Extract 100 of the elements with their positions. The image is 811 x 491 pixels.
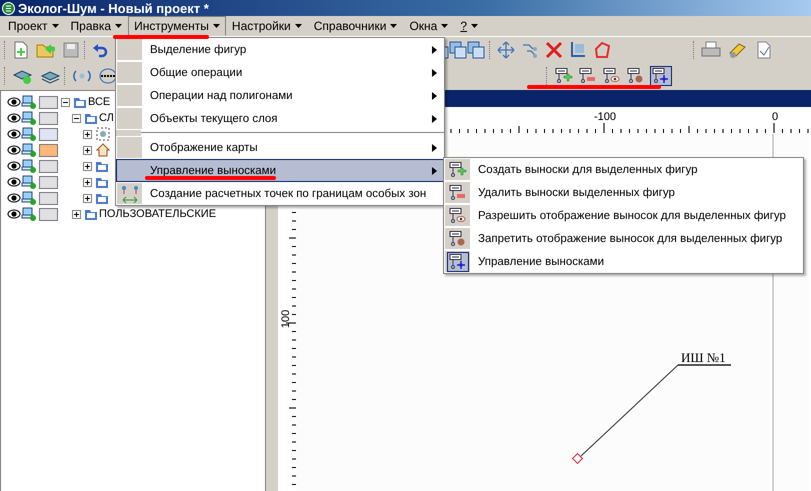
save-icon[interactable] <box>62 41 80 59</box>
menu-gutter <box>117 62 142 83</box>
menu-entry[interactable]: Управление выносками <box>444 250 803 273</box>
expand-icon[interactable] <box>83 162 92 170</box>
color-swatch[interactable] <box>39 208 58 220</box>
layer-label[interactable]: ПОЛЬЗОВАТЕЛЬСКИЕ <box>99 208 216 220</box>
document-icon[interactable] <box>755 41 771 59</box>
expand-icon[interactable] <box>83 130 92 138</box>
callout-icon <box>555 68 573 84</box>
computer-icon[interactable] <box>21 111 37 125</box>
menu-item[interactable]: Проект <box>2 16 65 36</box>
point-icon <box>96 127 110 141</box>
caret-icon <box>441 24 448 28</box>
callout-tool-button[interactable] <box>554 67 574 85</box>
menu-gutter <box>117 85 142 106</box>
ruler-label: -100 <box>594 111 616 123</box>
menu-gutter <box>117 39 142 60</box>
menu-entry[interactable]: Объекты текущего слоя <box>116 107 444 130</box>
caret-icon <box>52 24 59 28</box>
folder-icon <box>96 191 108 205</box>
computer-icon[interactable] <box>21 191 37 205</box>
submenu-arrow-icon <box>432 46 437 54</box>
color-swatch[interactable] <box>39 112 58 124</box>
layer-label[interactable]: СЛ <box>99 112 114 124</box>
callout-icon <box>652 68 670 84</box>
color-swatch[interactable] <box>39 160 58 172</box>
callout-icon <box>448 162 466 178</box>
menu-entry[interactable]: Запретить отображение выносок для выделенных фигур <box>444 227 803 250</box>
callout-icon <box>627 68 645 84</box>
lines-icon[interactable] <box>98 67 118 85</box>
menu-entry[interactable]: Разрешить отображение выносок для выделенных фигур <box>444 204 803 227</box>
eye-icon[interactable] <box>7 144 21 156</box>
caret-icon <box>471 24 478 28</box>
color-swatch[interactable] <box>39 192 58 204</box>
folder-icon <box>85 111 97 125</box>
new-file-icon[interactable] <box>12 41 30 59</box>
menu-item[interactable]: Настройки <box>226 16 308 36</box>
folder-icon <box>96 175 108 189</box>
folder-icon <box>85 207 97 221</box>
noise-source-marker[interactable] <box>572 452 584 464</box>
callout-tool-button[interactable] <box>602 67 622 85</box>
expand-icon[interactable] <box>83 194 92 202</box>
expand-icon[interactable] <box>83 146 92 154</box>
app-logo-icon <box>2 2 15 14</box>
menu-item[interactable]: Окна <box>403 16 454 36</box>
menu-item[interactable]: Справочники <box>308 16 404 36</box>
ruler-label: 100 <box>280 310 292 328</box>
menu-item[interactable]: ? <box>454 16 484 36</box>
menu-item[interactable]: Правка <box>64 16 128 36</box>
computer-icon[interactable] <box>21 95 37 109</box>
submenu-arrow-icon <box>432 114 437 122</box>
menu-entry[interactable]: Операции над полигонами <box>116 84 444 107</box>
move-arrows-icon[interactable] <box>497 41 515 59</box>
color-swatch[interactable] <box>39 144 58 156</box>
eye-icon[interactable] <box>7 192 21 204</box>
computer-icon[interactable] <box>21 159 37 173</box>
color-swatch[interactable] <box>39 128 58 140</box>
eye-icon[interactable] <box>7 112 21 124</box>
computer-icon[interactable] <box>21 143 37 157</box>
polygon-icon[interactable] <box>593 41 611 59</box>
printer-icon[interactable] <box>701 41 721 59</box>
overlap-squares-icon[interactable] <box>449 41 467 59</box>
ruler-label: 0 <box>772 111 778 123</box>
eye-icon[interactable] <box>7 160 21 172</box>
signal-icon[interactable] <box>72 69 92 83</box>
eye-icon[interactable] <box>7 208 21 220</box>
menu-entry[interactable]: Выделение фигур <box>116 38 444 61</box>
collapse-icon[interactable] <box>61 98 70 106</box>
delete-icon[interactable] <box>545 41 563 59</box>
color-swatch[interactable] <box>39 96 58 108</box>
submenu-arrow-icon <box>432 68 437 76</box>
eye-icon[interactable] <box>7 176 21 188</box>
menu-entry[interactable]: Создать выноски для выделенных фигур <box>444 158 803 181</box>
folder-icon <box>96 159 108 173</box>
callout-label: ИШ №1 <box>681 350 726 365</box>
menu-item[interactable]: Инструменты <box>128 16 226 36</box>
expand-icon[interactable] <box>83 178 92 186</box>
collapse-icon[interactable] <box>72 114 81 122</box>
window-title: Эколог-Шум - Новый проект * <box>18 0 209 16</box>
menu-entry[interactable]: Управление выносками <box>116 159 444 182</box>
submenu-arrow-icon <box>432 92 437 100</box>
undo-icon[interactable] <box>92 42 108 58</box>
eye-icon[interactable] <box>7 96 21 108</box>
overlap-squares-icon[interactable] <box>467 41 485 59</box>
callout-tool-button[interactable] <box>650 66 672 86</box>
expand-icon[interactable] <box>72 210 81 218</box>
computer-icon[interactable] <box>21 207 37 221</box>
house-icon <box>96 143 110 157</box>
eye-icon[interactable] <box>7 128 21 140</box>
color-swatch[interactable] <box>39 176 58 188</box>
layer-label[interactable]: ВСЕ <box>88 96 110 108</box>
menu-entry[interactable]: Удалить выноски выделенных фигур <box>444 181 803 204</box>
caret-icon <box>115 24 122 28</box>
menu-entry[interactable]: Общие операции <box>116 61 444 84</box>
callout-icon <box>448 230 466 246</box>
computer-icon[interactable] <box>21 127 37 141</box>
computer-icon[interactable] <box>21 175 37 189</box>
callout-tool-button[interactable] <box>578 67 598 85</box>
callout-icon <box>579 68 597 84</box>
caret-icon <box>212 24 220 28</box>
